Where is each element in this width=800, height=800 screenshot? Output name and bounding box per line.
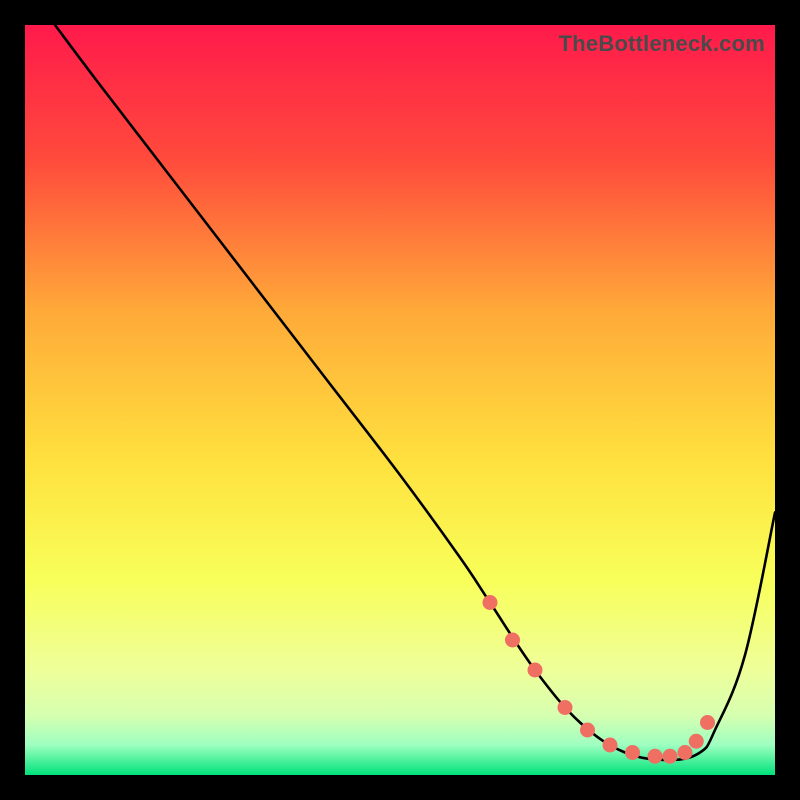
marker-dot <box>483 595 498 610</box>
marker-dot <box>648 749 663 764</box>
marker-dot <box>689 734 704 749</box>
chart-frame: TheBottleneck.com <box>25 25 775 775</box>
chart-svg <box>25 25 775 775</box>
marker-dot <box>663 749 678 764</box>
marker-dot <box>528 663 543 678</box>
marker-dot <box>603 738 618 753</box>
gradient-background <box>25 25 775 775</box>
marker-dot <box>700 715 715 730</box>
marker-dot <box>625 745 640 760</box>
marker-dot <box>505 633 520 648</box>
marker-dot <box>558 700 573 715</box>
marker-dot <box>580 723 595 738</box>
watermark-text: TheBottleneck.com <box>559 31 765 57</box>
marker-dot <box>678 745 693 760</box>
